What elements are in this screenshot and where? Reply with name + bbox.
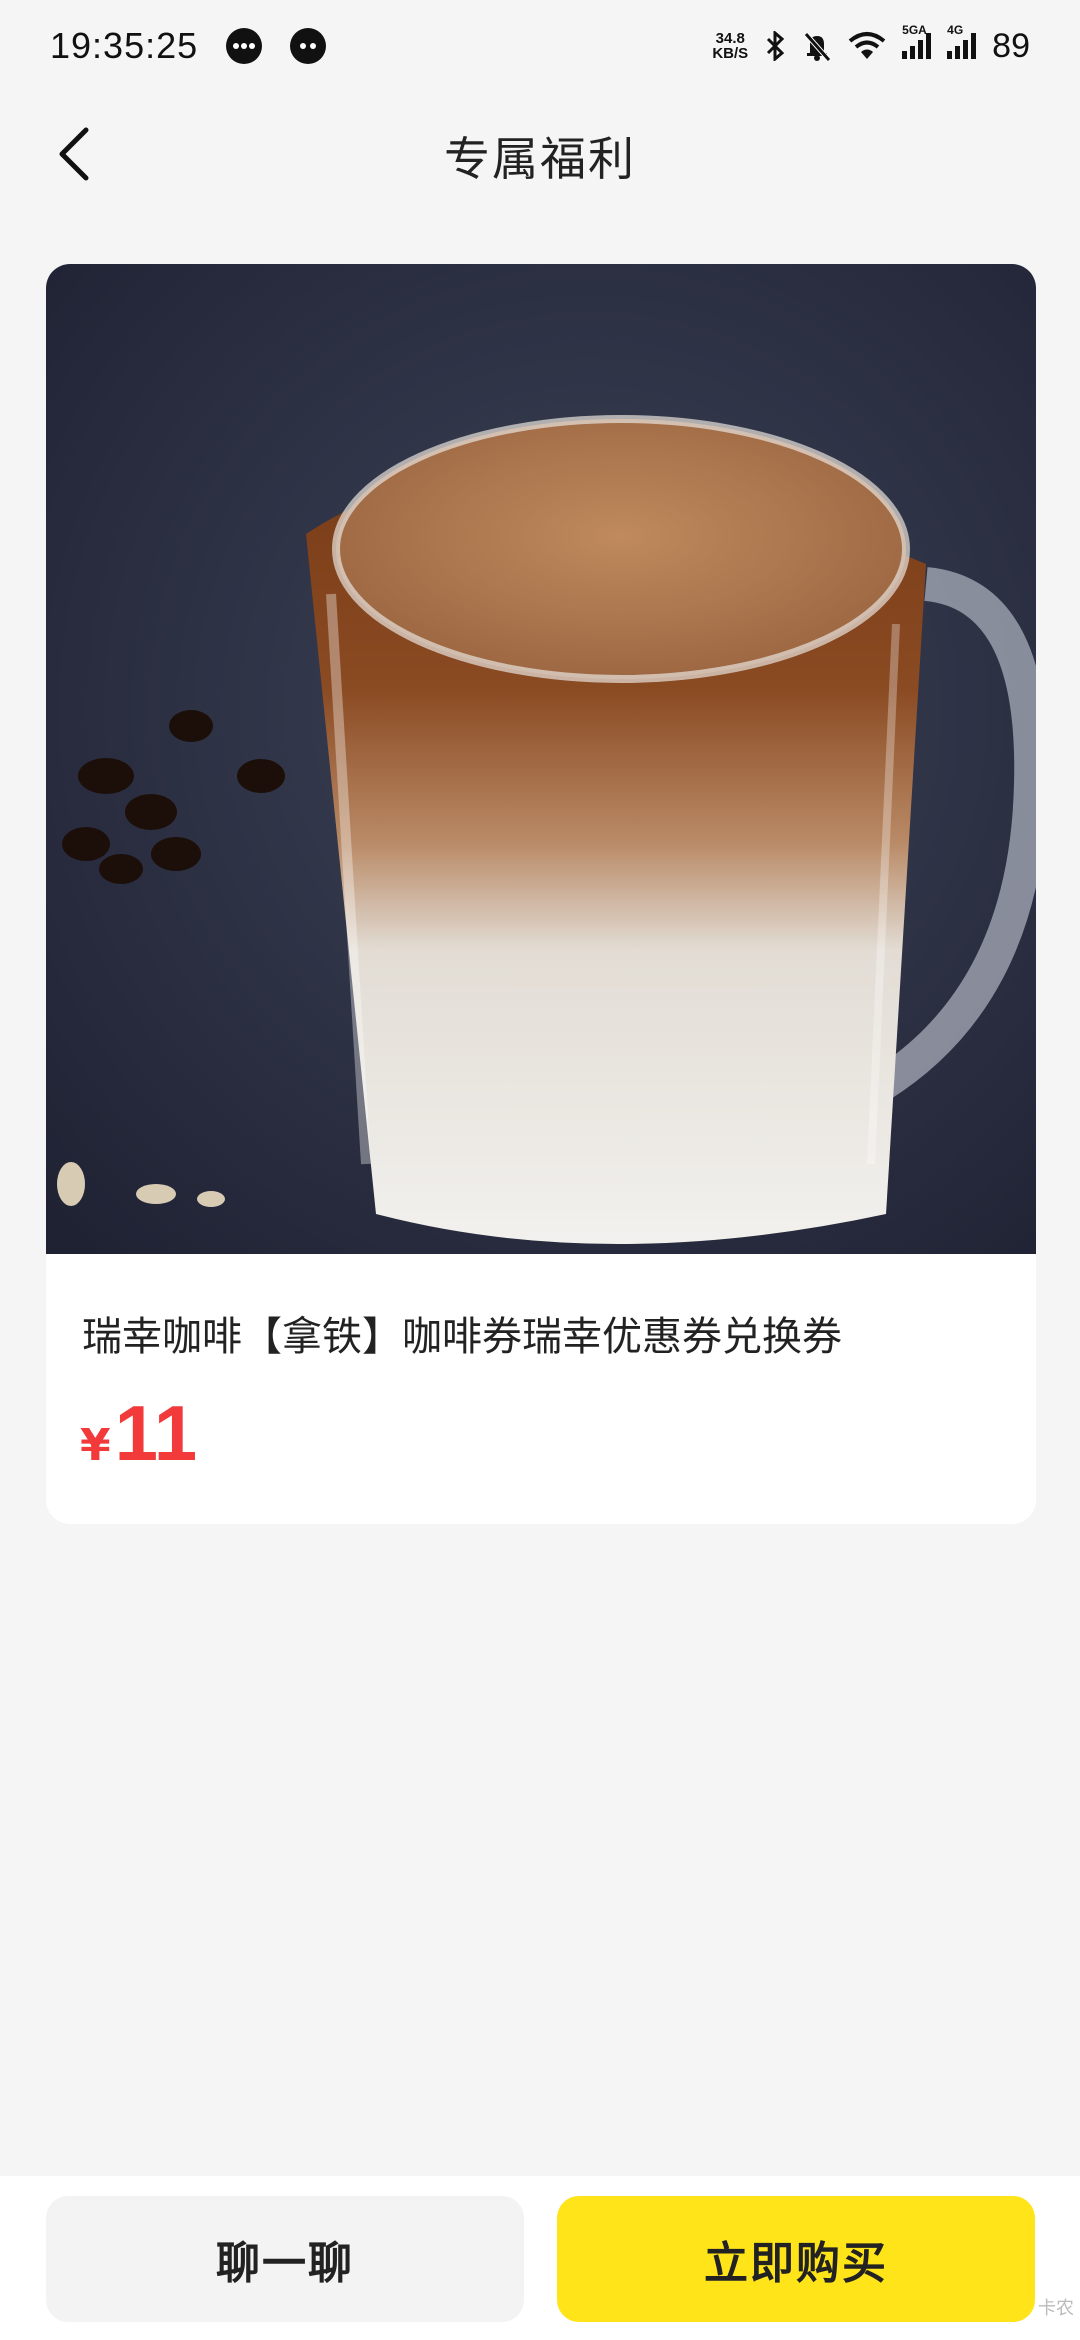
bluetooth-icon — [767, 31, 785, 61]
wechat-icon — [290, 28, 327, 64]
back-button[interactable] — [42, 122, 106, 186]
status-time: 19:35:25 — [50, 25, 199, 66]
network-speed-unit: KB/S — [712, 45, 749, 62]
status-right: 34.8 KB/S 5GA 4G 89 — [712, 23, 1030, 66]
network-speed: 34.8 KB/S — [712, 31, 748, 61]
chevron-left-icon — [59, 127, 89, 181]
watermark: 卡农 — [1038, 2298, 1074, 2319]
wifi-icon — [848, 32, 886, 59]
signal-icon: 4G — [947, 23, 977, 59]
chat-bubble-icon — [226, 28, 263, 64]
page: 19:35:25 34.8 KB/S 5GA 4G 89 专属福利 瑞幸咖啡【拿… — [0, 0, 1080, 2340]
buy-now-button[interactable]: 立即购买 — [557, 2196, 1035, 2322]
network-speed-value: 34.8 — [715, 30, 745, 47]
product-image — [46, 264, 1036, 1254]
status-left: 19:35:25 — [50, 25, 327, 67]
page-title: 专属福利 — [444, 132, 636, 186]
mute-bell-icon — [804, 32, 832, 62]
price-currency: ¥ — [80, 1420, 111, 1471]
price-value: 11 — [114, 1389, 198, 1477]
bottom-action-bar: 聊一聊 立即购买 卡农 — [0, 2176, 1080, 2340]
product-name: 瑞幸咖啡【拿铁】咖啡券瑞幸优惠券兑换券 — [82, 1314, 842, 1360]
product-card[interactable]: 瑞幸咖啡【拿铁】咖啡券瑞幸优惠券兑换券 ¥ 11 — [46, 264, 1036, 1524]
header: 专属福利 — [0, 92, 1080, 220]
signal-tag: 5GA — [902, 23, 927, 37]
signal-tag: 4G — [947, 23, 964, 37]
status-bar: 19:35:25 34.8 KB/S 5GA 4G 89 — [0, 0, 1080, 92]
chat-button[interactable]: 聊一聊 — [46, 2196, 524, 2322]
product-price: ¥ 11 — [80, 1394, 197, 1472]
signal-icon: 5GA — [902, 23, 932, 59]
battery-level: 89 — [992, 26, 1030, 65]
